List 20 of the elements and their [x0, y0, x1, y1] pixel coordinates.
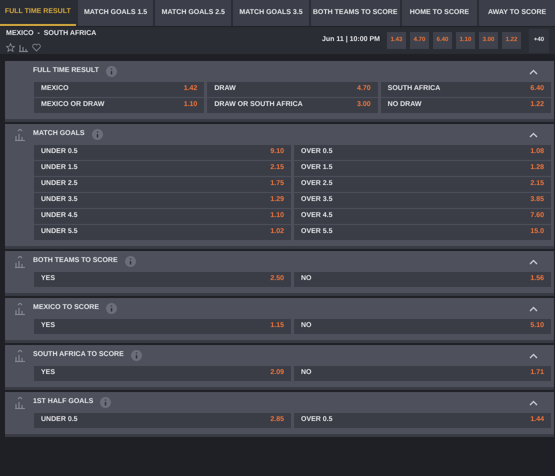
- info-icon[interactable]: [106, 66, 117, 77]
- stats-icon[interactable]: [15, 396, 25, 408]
- star-icon[interactable]: [6, 42, 15, 52]
- chevron-icon[interactable]: [529, 400, 538, 406]
- stats-icon[interactable]: [19, 42, 28, 52]
- stats-icon[interactable]: [15, 128, 25, 140]
- info-icon[interactable]: [124, 256, 136, 267]
- chevron-icon[interactable]: [529, 132, 538, 138]
- stats-icon[interactable]: [15, 350, 25, 362]
- heart-icon[interactable]: [32, 42, 41, 52]
- info-icon[interactable]: [100, 397, 112, 408]
- stats-icon[interactable]: [15, 256, 25, 268]
- info-icon[interactable]: [92, 129, 103, 140]
- info-icon[interactable]: [106, 303, 117, 314]
- chevron-icon[interactable]: [529, 352, 538, 358]
- info-icon[interactable]: [130, 350, 142, 361]
- chevron-icon[interactable]: [529, 306, 538, 312]
- chevron-icon[interactable]: [529, 258, 538, 264]
- stats-icon[interactable]: [15, 302, 25, 314]
- chevron-icon[interactable]: [529, 68, 538, 74]
